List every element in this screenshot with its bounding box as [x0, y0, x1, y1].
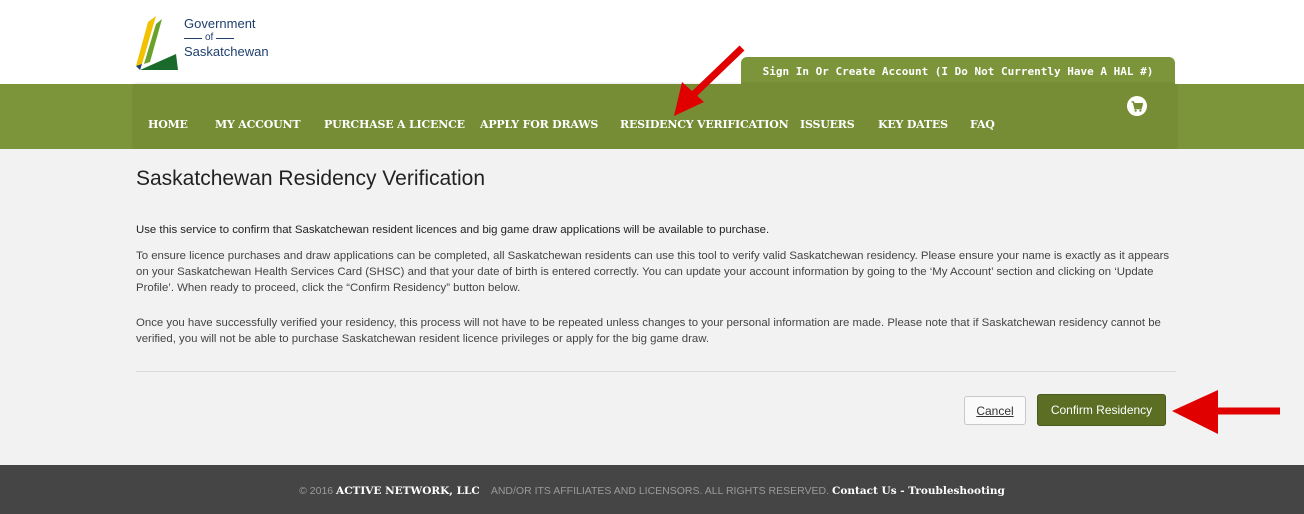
confirm-residency-button[interactable]: Confirm Residency: [1037, 394, 1166, 426]
logo-line2: of: [205, 32, 214, 43]
cart-button[interactable]: [1127, 96, 1147, 116]
footer-line: © 2016 ACTIVE NETWORK, LLC AND/OR ITS AF…: [0, 485, 1304, 497]
nav-home[interactable]: HOME: [148, 118, 188, 131]
footer: © 2016 ACTIVE NETWORK, LLC AND/OR ITS AF…: [0, 465, 1304, 514]
troubleshooting-link[interactable]: Troubleshooting: [908, 485, 1005, 497]
cancel-button[interactable]: Cancel: [964, 396, 1026, 425]
logo-line3: Saskatchewan: [184, 44, 269, 59]
instructions-paragraph: To ensure licence purchases and draw app…: [136, 250, 1170, 294]
footer-copyright: © 2016: [299, 485, 334, 497]
page-title: Saskatchewan Residency Verification: [136, 167, 486, 190]
divider: [136, 371, 1176, 372]
nav-my-account[interactable]: MY ACCOUNT: [215, 118, 301, 131]
main-content: Saskatchewan Residency Verification Use …: [0, 149, 1304, 465]
verification-note-paragraph: Once you have successfully verified your…: [136, 317, 1161, 345]
nav-apply-for-draws[interactable]: APPLY FOR DRAWS: [480, 118, 598, 131]
footer-company: ACTIVE NETWORK, LLC: [336, 485, 480, 497]
nav-issuers[interactable]: ISSUERS: [800, 118, 855, 131]
nav-purchase-a-licence[interactable]: PURCHASE A LICENCE: [324, 118, 465, 131]
contact-us-link[interactable]: Contact Us: [832, 485, 897, 497]
footer-separator: -: [896, 485, 909, 497]
nav-inner: HOME MY ACCOUNT PURCHASE A LICENCE APPLY…: [134, 84, 1176, 149]
sign-in-create-account-link[interactable]: Sign In Or Create Account (I Do Not Curr…: [741, 57, 1175, 86]
intro-text: Use this service to confirm that Saskatc…: [136, 224, 770, 236]
government-of-saskatchewan-logo[interactable]: Government of Saskatchewan: [134, 14, 294, 74]
logo-rule-right: [216, 37, 235, 39]
wheat-logo-icon: [136, 16, 178, 70]
logo-rule-left: [184, 37, 202, 39]
logo-of-row: of: [184, 31, 269, 45]
annotation-arrow-left-icon: [1172, 390, 1280, 434]
nav-key-dates[interactable]: KEY DATES: [878, 118, 948, 131]
nav-faq[interactable]: FAQ: [970, 118, 995, 131]
annotation-arrow-down-icon: [674, 45, 745, 116]
footer-rights: AND/OR ITS AFFILIATES AND LICENSORS. ALL…: [490, 485, 830, 497]
cart-icon: [1131, 100, 1143, 112]
logo-text: Government of Saskatchewan: [184, 17, 269, 59]
logo-line1: Government: [184, 16, 256, 31]
main-navigation: HOME MY ACCOUNT PURCHASE A LICENCE APPLY…: [0, 84, 1304, 149]
header: Government of Saskatchewan Sign In Or Cr…: [0, 0, 1304, 86]
